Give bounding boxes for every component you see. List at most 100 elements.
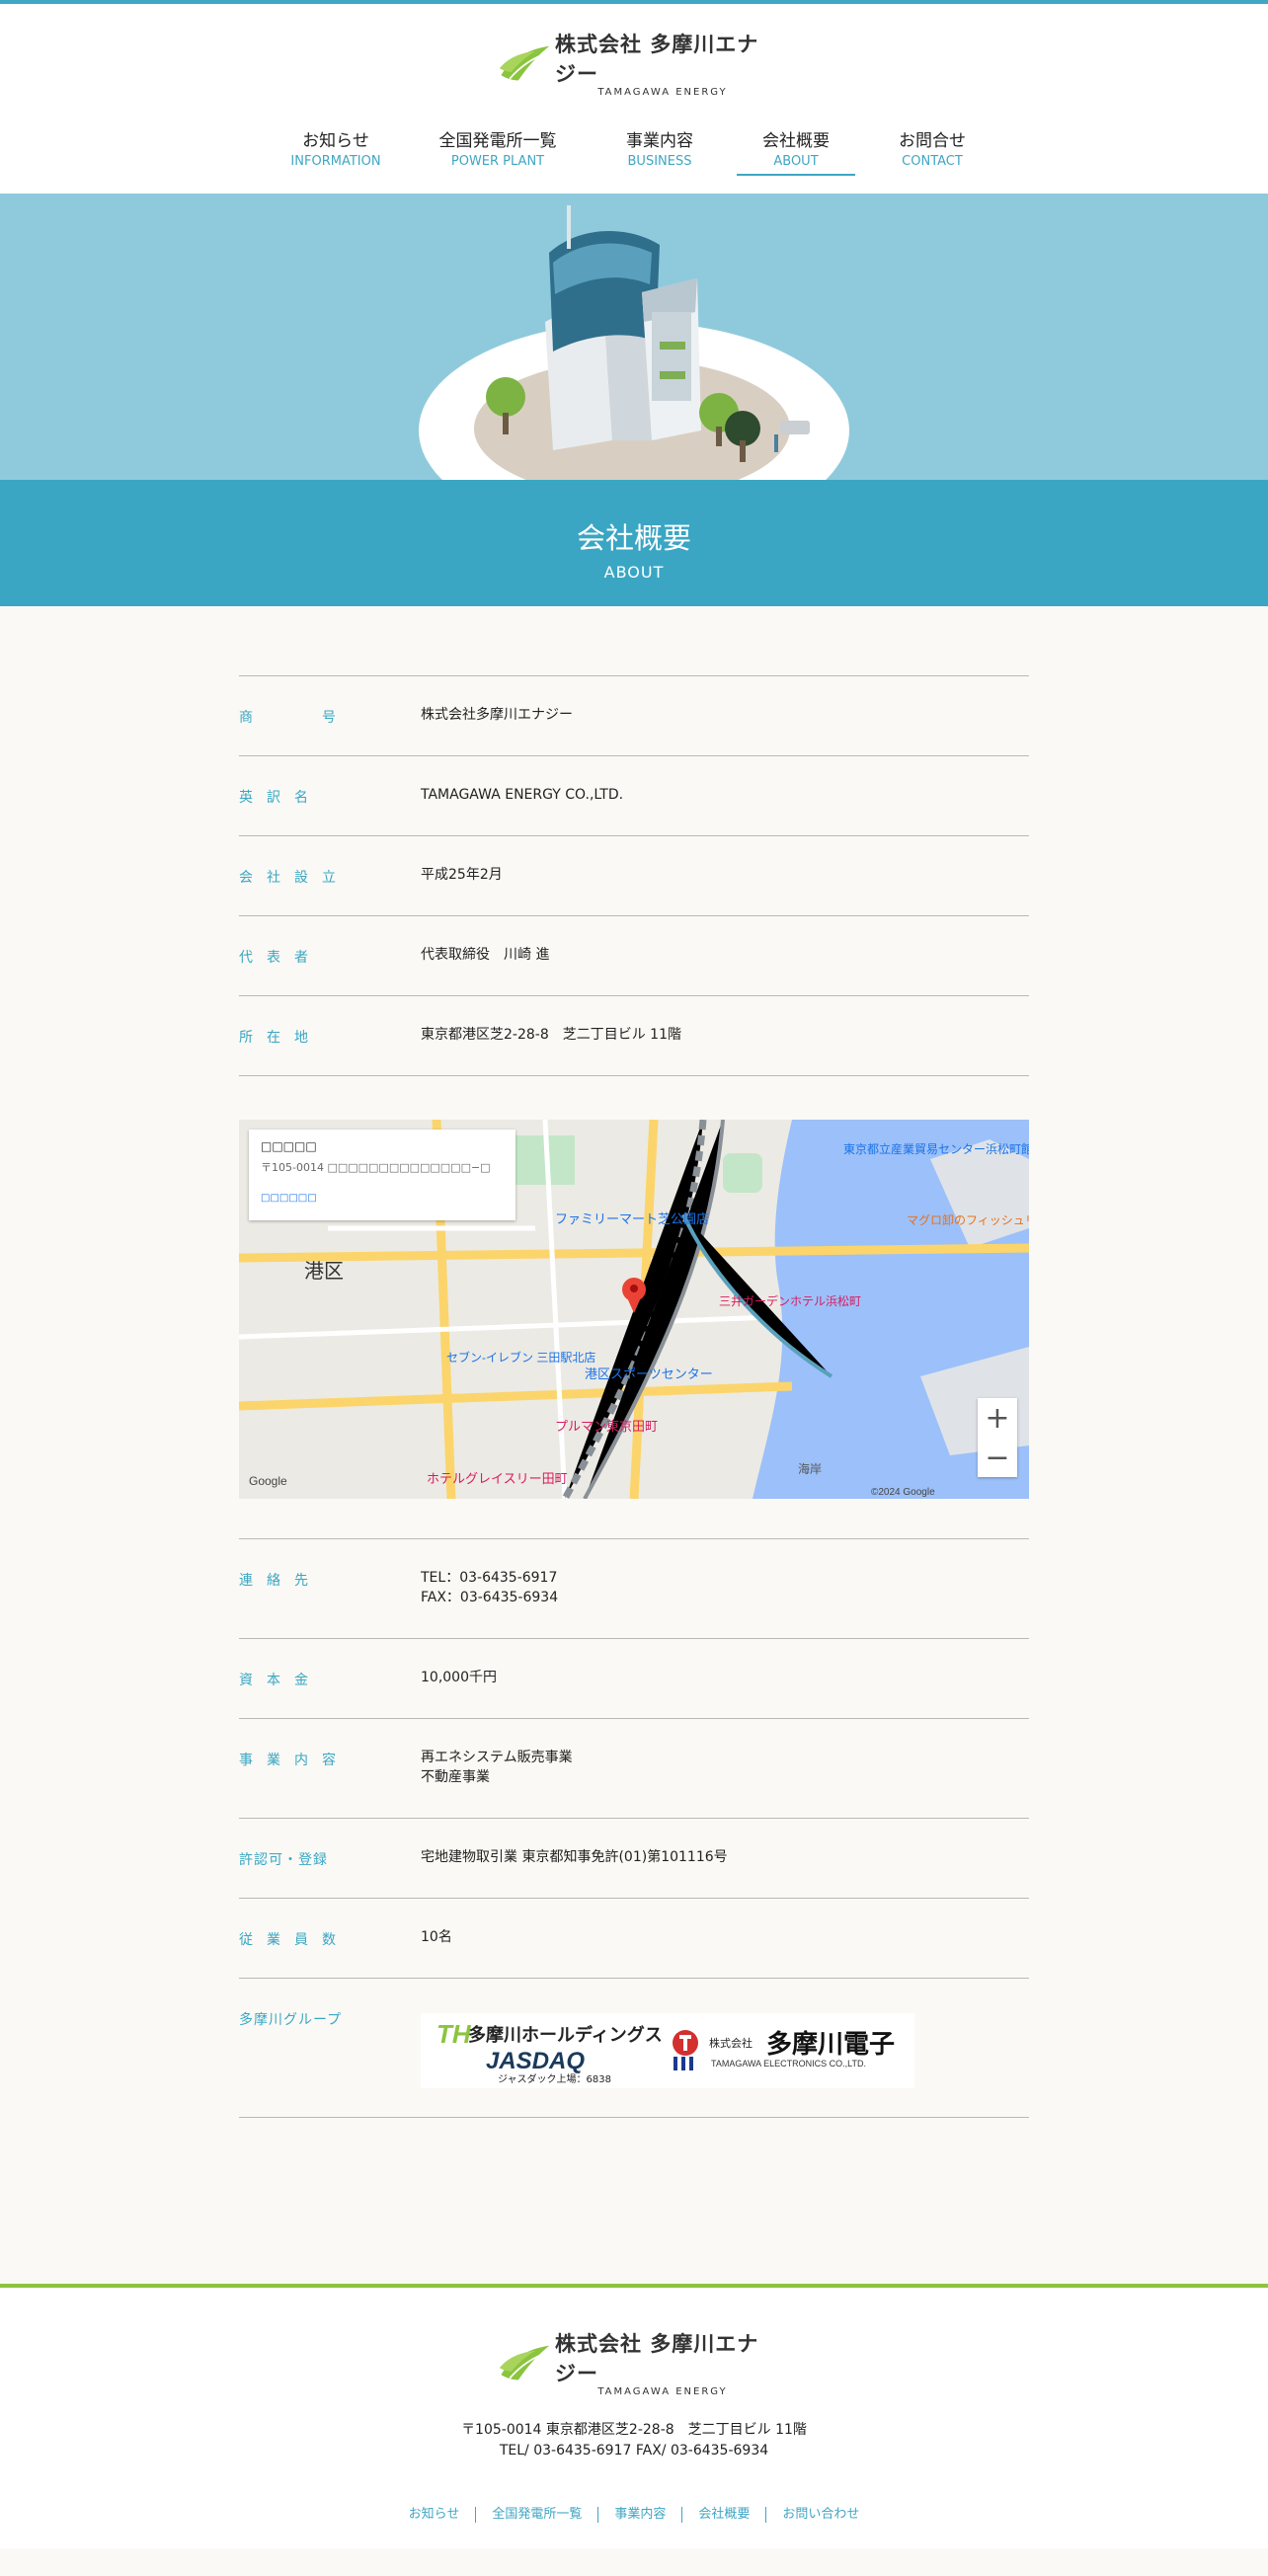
electronics-name: 多摩川電子 xyxy=(766,2029,895,2060)
fax-value: FAX：03-6435-6934 xyxy=(421,1590,559,1605)
footer-contact: TEL/ 03-6435-6917 FAX/ 03-6435-6934 xyxy=(499,2443,769,2459)
logo-text-jp: 株式会社 多摩川エナジー xyxy=(555,33,759,86)
nav-label-jp: 全国発電所一覧 xyxy=(438,131,557,151)
site-footer: 株式会社 多摩川エナジー TAMAGAWA ENERGY 〒105-0014 東… xyxy=(0,2284,1268,2548)
map-card-link[interactable]: □□□□□□ xyxy=(261,1193,504,1204)
nav-item-business[interactable]: 事業内容 BUSINESS xyxy=(612,126,707,169)
info-label: 代表者 xyxy=(239,950,322,966)
info-row-capital: 資本金 10,000千円 xyxy=(239,1638,1029,1718)
building-illustration xyxy=(419,205,849,480)
info-value: 株式会社多摩川エナジー xyxy=(421,707,573,723)
info-label: 連絡先 xyxy=(239,1573,322,1589)
leaf-logo-icon xyxy=(499,2345,550,2381)
nav-item-information[interactable]: お知らせ INFORMATION xyxy=(282,126,389,169)
holdings-code: ジャスダック上場：6838 xyxy=(498,2072,611,2085)
info-row-established: 会社設立 平成25年2月 xyxy=(239,835,1029,915)
logo-text-en: TAMAGAWA ENERGY xyxy=(597,87,728,98)
info-value: 代表取締役 川崎 進 xyxy=(421,947,550,963)
nav-label-jp: 事業内容 xyxy=(626,131,693,151)
info-row-license: 許認可・登録 宅地建物取引業 東京都知事免許(01)第101116号 xyxy=(239,1818,1029,1898)
logo-text-en: TAMAGAWA ENERGY xyxy=(597,2386,728,2397)
map-card-address: 〒105-0014 □□□□□□□□□□□□□□−□ xyxy=(261,1161,491,1174)
row-divider xyxy=(239,2117,1029,2118)
info-label: 多摩川グループ xyxy=(239,2012,343,2028)
footer-link-power-plant[interactable]: 全国発電所一覧 xyxy=(475,2507,597,2523)
footer-address: 〒105-0014 東京都港区芝2-28-8 芝二丁目ビル 11階 xyxy=(461,2422,807,2438)
nav-label-jp: お知らせ xyxy=(302,131,369,151)
info-row-trade-name: 商 号 株式会社多摩川エナジー xyxy=(239,675,1029,755)
site-logo[interactable]: 株式会社 多摩川エナジー TAMAGAWA ENERGY xyxy=(498,33,770,98)
info-row-address: 所在地 東京都港区芝2-28-8 芝二丁目ビル 11階 xyxy=(239,995,1029,1075)
map-district-label: 港区 xyxy=(304,1260,344,1283)
nav-item-about[interactable]: 会社概要 ABOUT xyxy=(747,126,845,169)
map-card-title: □□□□□ xyxy=(261,1139,317,1153)
info-label: 許認可・登録 xyxy=(239,1852,328,1868)
footer-link-business[interactable]: 事業内容 xyxy=(597,2507,681,2523)
footer-address-block: 〒105-0014 東京都港区芝2-28-8 芝二丁目ビル 11階 TEL/ 0… xyxy=(0,2420,1268,2461)
map-poi-label: 東京都立産業貿易センター浜松町館 xyxy=(843,1141,1029,1156)
info-value: 10名 xyxy=(421,1929,452,1945)
holdings-mark: TH xyxy=(436,2019,472,2049)
info-label: 商 号 xyxy=(239,710,363,726)
info-label: 事業内容 xyxy=(239,1753,350,1768)
company-profile: 商 号 株式会社多摩川エナジー 英訳名 TAMAGAWA ENERGY CO.,… xyxy=(0,606,1268,2284)
group-logos-image: TH 多摩川ホールディングス JASDAQ ジャスダック上場：6838 株式会社… xyxy=(421,2013,914,2088)
info-label: 資本金 xyxy=(239,1673,322,1688)
map-poi-label: 三井ガーデンホテル浜松町 xyxy=(719,1293,861,1308)
nav-item-contact[interactable]: お問合せ CONTACT xyxy=(885,126,980,169)
info-value: 宅地建物取引業 東京都知事免許(01)第101116号 xyxy=(421,1849,728,1865)
page-title-band: 会社概要 ABOUT xyxy=(0,480,1268,606)
info-label: 所在地 xyxy=(239,1030,322,1046)
nav-label-en: BUSINESS xyxy=(627,154,692,169)
info-value: TAMAGAWA ENERGY CO.,LTD. xyxy=(421,787,624,803)
zoom-out-button[interactable]: − xyxy=(978,1438,1017,1477)
nav-label-en: POWER PLANT xyxy=(450,154,545,169)
nav-label-jp: お問合せ xyxy=(899,131,966,151)
map-poi-label: プルマン東京田町 xyxy=(555,1419,658,1434)
footer-link-about[interactable]: 会社概要 xyxy=(681,2507,765,2523)
footer-links: お知らせ 全国発電所一覧 事業内容 会社概要 お問い合わせ xyxy=(0,2507,1268,2523)
nav-item-power-plant[interactable]: 全国発電所一覧 POWER PLANT xyxy=(435,126,561,169)
info-value: 東京都港区芝2-28-8 芝二丁目ビル 11階 xyxy=(421,1027,681,1043)
info-label: 英訳名 xyxy=(239,790,322,806)
logo-text-jp: 株式会社 多摩川エナジー xyxy=(555,2332,759,2385)
page-subtitle: ABOUT xyxy=(603,563,665,582)
map-info-card[interactable]: □□□□□ 〒105-0014 □□□□□□□□□□□□□□−□ □□□□□□ xyxy=(249,1130,515,1220)
info-value: TEL：03-6435-6917 FAX：03-6435-6934 xyxy=(421,1568,558,1607)
map-google-logo: Google xyxy=(249,1474,287,1488)
google-map[interactable]: 港区 Google ©2024 Google ファミリーマート芝公園店 セブン-… xyxy=(239,1120,1029,1499)
business-line-1: 再エネシステム販売事業 xyxy=(421,1750,573,1765)
hero-illustration xyxy=(0,194,1268,480)
info-row-contact: 連絡先 TEL：03-6435-6917 FAX：03-6435-6934 xyxy=(239,1538,1029,1638)
map-poi-label: ホテルグレイスリー田町 xyxy=(427,1471,568,1486)
tel-value: TEL：03-6435-6917 xyxy=(421,1570,558,1586)
footer-link-information[interactable]: お知らせ xyxy=(393,2507,476,2523)
nav-label-jp: 会社概要 xyxy=(762,131,830,151)
info-value: 10,000千円 xyxy=(421,1670,497,1685)
leaf-logo-icon xyxy=(499,45,550,81)
map-poi-label: セブン-イレブン 三田駅北店 xyxy=(446,1350,595,1365)
electronics-prefix: 株式会社 xyxy=(709,2036,753,2050)
map-copyright: ©2024 Google xyxy=(871,1487,935,1498)
business-line-2: 不動産事業 xyxy=(421,1769,490,1785)
map-poi-label: ファミリーマート芝公園店 xyxy=(555,1211,709,1226)
holdings-name: 多摩川ホールディングス xyxy=(468,2024,663,2046)
footer-logo[interactable]: 株式会社 多摩川エナジー TAMAGAWA ENERGY xyxy=(498,2332,770,2397)
info-row-english-name: 英訳名 TAMAGAWA ENERGY CO.,LTD. xyxy=(239,755,1029,835)
info-label: 会社設立 xyxy=(239,870,350,886)
zoom-in-button[interactable]: + xyxy=(978,1398,1017,1438)
page-title: 会社概要 xyxy=(576,521,691,555)
nav-label-en: INFORMATION xyxy=(290,154,381,169)
site-header: 株式会社 多摩川エナジー TAMAGAWA ENERGY お知らせ INFORM… xyxy=(0,4,1268,194)
map-poi-label: 港区スポーツセンター xyxy=(585,1366,713,1381)
map-zoom-control: + − xyxy=(978,1398,1017,1477)
info-row-employees: 従業員数 10名 xyxy=(239,1898,1029,1978)
row-divider xyxy=(239,1075,1029,1076)
map-poi-label: 海岸 xyxy=(798,1461,822,1476)
info-row-representative: 代表者 代表取締役 川崎 進 xyxy=(239,915,1029,995)
electronics-en: TAMAGAWA ELECTRONICS CO.,LTD. xyxy=(711,2059,866,2069)
info-value: 再エネシステム販売事業 不動産事業 xyxy=(421,1748,573,1787)
info-value: 平成25年2月 xyxy=(421,867,503,883)
footer-link-contact[interactable]: お問い合わせ xyxy=(765,2507,875,2523)
nav-label-en: CONTACT xyxy=(902,154,963,169)
